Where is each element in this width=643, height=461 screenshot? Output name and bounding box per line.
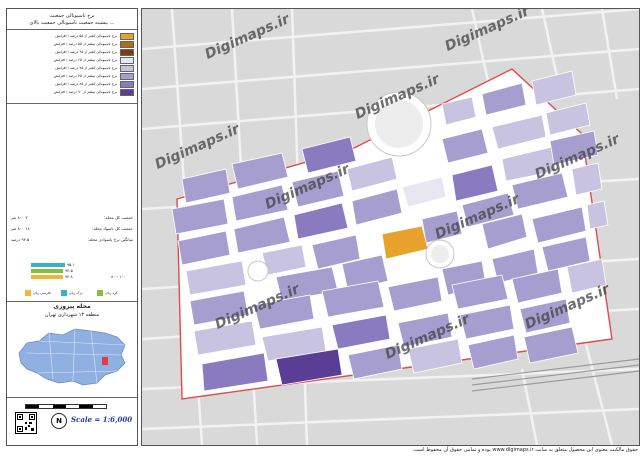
- legend-swatch: [120, 32, 134, 40]
- legend-swatch: [120, 72, 134, 80]
- legend-swatch: [120, 56, 134, 64]
- legend-class: نرخ ناسیونالی کمتر از ۶۵ درصد / افزایش: [55, 48, 134, 56]
- north-arrow-icon: N: [51, 413, 67, 429]
- scale-divider: [7, 397, 137, 398]
- legend-class-label: نرخ ناسیونالی کمتر از ۵۵ درصد / افزایش: [55, 34, 117, 38]
- stat-value: ۳ ۸۰۰ نفر: [11, 215, 28, 220]
- legend-class: نرخ ناسیونالی بیشتر از ۷۵ درصد / افزایش: [53, 72, 134, 80]
- region-sub: منطقه ۱۳ شهرداری تهران: [44, 312, 100, 318]
- legend-class: نرخ ناسیونالی بیشتر از ۶۵ درصد / افزایش: [53, 56, 134, 64]
- map-sheet: نرخ ناسیونالی جمعیت بیشینه جمعیت ناسیونا…: [0, 0, 643, 461]
- legend-class: نرخ ناسیونالی کمتر از ۸۵ درصد / افزایش: [55, 80, 134, 88]
- legend-header-section: [7, 9, 137, 30]
- bar: [31, 263, 65, 267]
- stat-row: جمعیت کل باسواد محله: ۱۸ ۸۰۰ نفر: [11, 226, 133, 234]
- inset-map: [13, 323, 131, 393]
- category-item: کرد زبان: [97, 288, 123, 297]
- legend-class: نرخ ناسیونالی بیشتر از ۵۵ درصد / افزایش: [53, 40, 134, 48]
- legend-class-label: نرخ ناسیونالی بیشتر از ۹۰ درصد / افزایش: [53, 90, 117, 94]
- legend-swatch: [120, 48, 134, 56]
- scale-text: Scale = 1:6,000: [71, 415, 133, 424]
- legend-class-label: نرخ ناسیونالی بیشتر از ۵۵ درصد / افزایش: [53, 42, 117, 46]
- legend-class-label: نرخ ناسیونالی بیشتر از ۶۵ درصد / افزایش: [53, 58, 117, 62]
- square-central-inner: [431, 245, 449, 263]
- category-swatch: [25, 289, 31, 296]
- legend-class: نرخ ناسیونالی بیشتر از ۹۰ درصد / افزایش: [53, 88, 134, 96]
- legend-class-label: نرخ ناسیونالی کمتر از ۶۵ درصد / افزایش: [55, 50, 117, 54]
- legend-divider: [7, 103, 137, 104]
- region-divider: [7, 301, 137, 302]
- category-label: ترک زبان: [69, 290, 83, 295]
- category-swatch: [97, 289, 103, 296]
- bar: [31, 269, 63, 273]
- map-frame: Digimaps.ir Digimaps.ir Digimaps.ir Digimap…: [141, 8, 640, 446]
- legend-class: نرخ ناسیونالی کمتر از ۷۵ درصد / افزایش: [55, 64, 134, 72]
- city-block: [571, 162, 603, 196]
- category-label: کرد زبان: [105, 290, 118, 295]
- stat-label: جمعیت کل محله:: [104, 215, 133, 220]
- bar: [31, 275, 63, 279]
- category-label: فارسی زبان: [33, 290, 51, 295]
- legend-swatch: [120, 80, 134, 88]
- category-item: فارسی زبان: [25, 288, 51, 297]
- bar-axis-label: ۸۰ - ۱۰۰: [111, 274, 126, 279]
- legend-swatch: [120, 40, 134, 48]
- legend-swatch: [120, 64, 134, 72]
- bar-label: ۹۴.۸: [65, 274, 73, 279]
- legend-class-label: نرخ ناسیونالی کمتر از ۷۵ درصد / افزایش: [55, 66, 117, 70]
- region-name: محله پیروزی: [53, 303, 91, 310]
- highlight-district: [102, 357, 108, 365]
- category-swatch: [61, 289, 67, 296]
- category-item: ترک زبان: [61, 288, 87, 297]
- scale-bar: [25, 404, 107, 409]
- stat-value: ۹۴.۵ درصد: [11, 237, 30, 242]
- map-canvas: [142, 9, 639, 445]
- copyright-footer: حقوق مالکیت معنوی این محصول متعلق به سای…: [412, 447, 638, 453]
- legend-class-label: نرخ ناسیونالی بیشتر از ۷۵ درصد / افزایش: [53, 74, 117, 78]
- legend-class: نرخ ناسیونالی کمتر از ۵۵ درصد / افزایش: [55, 32, 134, 40]
- qr-code: [15, 412, 37, 434]
- stat-label: میانگین نرخ باسوادی محله:: [87, 237, 133, 242]
- legend-class-label: نرخ ناسیونالی کمتر از ۸۵ درصد / افزایش: [55, 82, 117, 86]
- city-block: [586, 200, 609, 230]
- bar-label: ۹۵.۱: [67, 262, 75, 267]
- legend-swatch: [120, 88, 134, 96]
- stat-row: میانگین نرخ باسوادی محله: ۹۴.۵ درصد: [11, 237, 133, 245]
- stat-value: ۱۸ ۸۰۰ نفر: [11, 226, 30, 231]
- stat-row: جمعیت کل محله: ۳ ۸۰۰ نفر: [11, 215, 133, 223]
- bar-label: ۹۴.۵: [65, 268, 73, 273]
- square-west: [247, 260, 269, 282]
- stat-label: جمعیت کل باسواد محله:: [92, 226, 133, 231]
- legend-panel: نرخ ناسیونالی جمعیت بیشینه جمعیت ناسیونا…: [6, 8, 138, 446]
